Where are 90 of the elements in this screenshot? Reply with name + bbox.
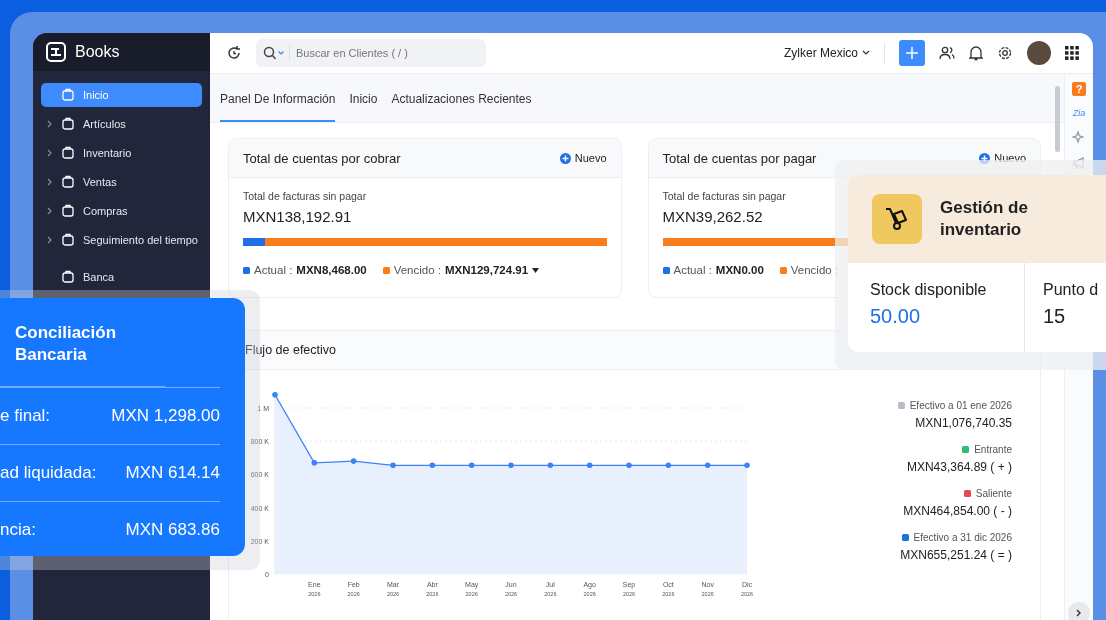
data-point <box>586 462 593 469</box>
menu-item-icon <box>61 88 75 102</box>
sparkle-icon[interactable] <box>1072 130 1086 144</box>
card-title: Conciliación Bancaria <box>0 298 165 388</box>
legend-value: MXN8,468.00 <box>296 264 367 276</box>
data-point <box>311 460 318 466</box>
data-point <box>350 458 357 464</box>
row-value: MXN 683.86 <box>125 520 220 541</box>
card-title: Flujo de efectivo <box>245 343 337 357</box>
legend-value: MXN0.00 <box>715 264 764 276</box>
data-point <box>468 462 475 469</box>
legend-label: Actual : <box>254 264 293 276</box>
row-value: MXN 614.14 <box>125 463 220 484</box>
organization-dropdown[interactable]: Zylker Mexico <box>784 46 870 60</box>
chevron-right-icon <box>47 236 53 244</box>
legend-label: Vencido : <box>393 264 441 276</box>
data-point <box>626 462 632 469</box>
sidebar-item[interactable]: Artículos <box>41 112 202 136</box>
menu-item-icon <box>61 270 75 284</box>
stat-label: Stock disponible <box>870 281 988 299</box>
amount: MXN138,192.91 <box>243 208 353 225</box>
data-point <box>390 462 396 469</box>
stat-value: 15 <box>1043 305 1067 328</box>
plus-circle-icon <box>559 152 571 164</box>
sidebar-item[interactable]: Inventario <box>41 141 202 165</box>
legend-value: MXN655,251.24 ( = ) <box>900 548 1012 562</box>
data-point <box>508 462 514 469</box>
search-field[interactable]: Buscar en Clientes ( / ) <box>256 39 486 67</box>
amount: MXN39,262.52 <box>662 208 764 225</box>
card-title: Total de cuentas por pagar <box>662 150 817 166</box>
chevron-right-icon <box>47 149 53 157</box>
plus-icon <box>905 46 919 60</box>
menu-item-icon <box>61 204 75 218</box>
menu-item-icon <box>61 117 75 131</box>
legend-value: MXN43,364.89 ( + ) <box>906 460 1012 474</box>
search-icon[interactable] <box>263 46 276 60</box>
app-grid-icon[interactable] <box>1065 46 1079 60</box>
legend-label: Entrante <box>974 444 1012 455</box>
row-label: e final: <box>0 406 51 427</box>
stat-label: Punto d <box>1043 281 1100 299</box>
menu-item-icon <box>61 146 75 160</box>
settings-icon[interactable] <box>997 45 1013 61</box>
assistant-logo[interactable]: Zia <box>1072 108 1086 118</box>
legend-label: Actual : <box>673 264 712 276</box>
sidebar-item[interactable]: Ventas <box>41 170 202 194</box>
refresh-icon[interactable] <box>226 45 242 61</box>
data-point <box>665 462 672 469</box>
data-point <box>704 462 711 469</box>
chevron-right-icon <box>47 120 53 128</box>
chevron-right-icon <box>47 178 53 186</box>
tab[interactable]: Actualizaciones Recientes <box>391 92 532 122</box>
data-point <box>272 391 278 398</box>
card-title: Gestión de inventario <box>940 196 1029 241</box>
legend-label: Saliente <box>975 488 1012 499</box>
user-avatar[interactable] <box>1027 41 1051 65</box>
data-point <box>429 462 436 469</box>
legend-value: MXN1,076,740.35 <box>915 416 1012 430</box>
legend-label: Efectivo a 31 dic 2026 <box>913 532 1012 543</box>
legend-value: MXN129,724.91 <box>445 264 529 276</box>
sidebar-item[interactable]: Compras <box>41 199 202 223</box>
tab[interactable]: Inicio <box>349 92 378 122</box>
legend-label: Vencido : <box>790 264 839 276</box>
legend-value: MXN464,854.00 ( - ) <box>903 504 1012 518</box>
hand-truck-icon <box>872 194 922 244</box>
chevron-right-icon <box>1076 609 1082 617</box>
app-name: Books <box>75 43 120 61</box>
sidebar-item[interactable]: Seguimiento del tiempo <box>41 228 202 252</box>
legend-label: Efectivo a 01 ene 2026 <box>909 400 1012 411</box>
card-subtitle: Total de facturas sin pagar <box>662 190 787 202</box>
data-point <box>744 462 750 469</box>
stat-value: 50.00 <box>870 305 922 328</box>
tab[interactable]: Panel De Información <box>220 92 336 122</box>
chevron-right-icon <box>47 207 53 215</box>
sidebar-item[interactable]: Banca <box>41 265 202 289</box>
card-title: Total de cuentas por cobrar <box>243 150 401 166</box>
caret-down-icon <box>862 50 870 56</box>
row-label: ncia: <box>0 520 36 541</box>
add-button[interactable] <box>899 40 925 66</box>
row-label: ad liquidada: <box>0 463 97 484</box>
book-logo-icon <box>45 41 67 63</box>
data-point <box>547 462 554 469</box>
row-value: MXN 1,298.00 <box>111 406 220 427</box>
scrollbar[interactable] <box>1055 86 1060 152</box>
new-button[interactable]: Nuevo <box>559 150 607 166</box>
menu-item-icon <box>61 233 75 247</box>
users-icon[interactable] <box>939 46 955 60</box>
caret-down-icon[interactable] <box>532 267 540 273</box>
menu-item-icon <box>61 175 75 189</box>
notification-bell-icon[interactable] <box>969 45 983 61</box>
card-subtitle: Total de facturas sin pagar <box>243 190 368 202</box>
